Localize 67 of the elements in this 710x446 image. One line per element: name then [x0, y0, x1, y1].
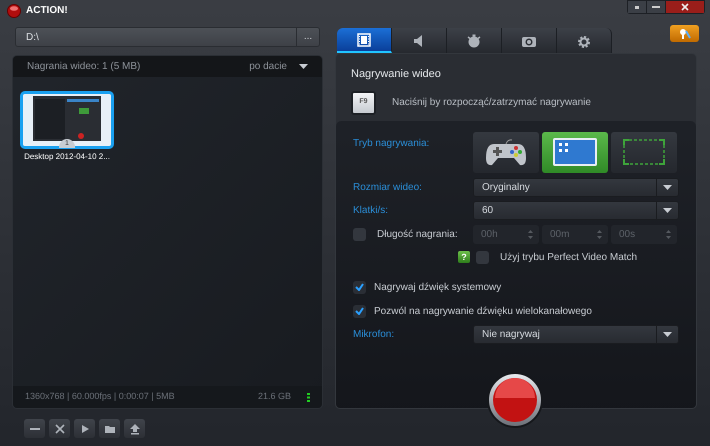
desktop-mode-button[interactable]	[542, 132, 608, 172]
disk-level-icon	[307, 392, 310, 402]
check-icon	[355, 283, 364, 291]
path-value: D:\	[25, 30, 40, 44]
key-icon	[678, 28, 690, 39]
perfect-video-checkbox[interactable]	[476, 250, 489, 264]
microphone-dropdown[interactable]: Nie nagrywaj	[473, 324, 679, 344]
caret-icon	[663, 332, 672, 336]
caret-icon	[663, 184, 672, 190]
sort-dropdown[interactable]: po dacie	[249, 59, 308, 74]
restore-button[interactable]	[628, 1, 646, 13]
record-dot-icon	[493, 378, 537, 422]
film-icon	[356, 32, 372, 46]
close-icon	[681, 3, 689, 11]
duration-label: Długość nagrania:	[377, 228, 458, 242]
folder-button[interactable]	[99, 419, 120, 438]
path-field[interactable]: D:\ ...	[15, 27, 320, 47]
browse-button[interactable]: ...	[296, 28, 319, 46]
timer-tab[interactable]	[447, 28, 502, 53]
option-label: Pozwól na nagrywanie dźwięku wielokanałowego	[374, 304, 592, 318]
video-info: 1360x768 | 60.000fps | 0:00:07 | 5MB	[25, 390, 176, 404]
microphone-label: Mikrofon:	[353, 328, 396, 342]
close-button[interactable]	[666, 1, 704, 13]
logo-icon	[7, 4, 21, 18]
video-size-dropdown[interactable]: Oryginalny	[473, 178, 679, 196]
gear-icon	[576, 34, 592, 48]
game-mode-button[interactable]	[473, 132, 539, 172]
upload-icon	[128, 422, 140, 434]
library-header: Nagrania wideo: 1 (5 MB)	[27, 60, 142, 74]
check-icon	[355, 307, 364, 315]
dashed-rectangle-icon	[623, 139, 665, 165]
spinner-arrows-icon	[597, 230, 602, 238]
duration-checkbox[interactable]	[353, 228, 366, 240]
upload-button[interactable]	[124, 419, 145, 438]
minimize-button[interactable]	[647, 1, 665, 13]
license-key-button[interactable]	[670, 25, 699, 42]
delete-button[interactable]	[49, 419, 70, 438]
video-tab[interactable]	[337, 28, 392, 53]
perfect-video-label: Użyj trybu Perfect Video Match	[500, 250, 638, 264]
option-label: Nagrywaj dźwięk systemowy	[374, 280, 502, 294]
stopwatch-icon	[466, 34, 482, 48]
region-mode-button[interactable]	[611, 132, 677, 172]
option-checkbox[interactable]	[353, 304, 366, 318]
play-button[interactable]	[74, 419, 95, 438]
audio-tab[interactable]	[392, 28, 447, 53]
settings-tab[interactable]	[557, 28, 612, 53]
cross-icon	[54, 422, 66, 434]
section-title: Nagrywanie wideo	[351, 67, 442, 82]
remove-button[interactable]	[24, 419, 45, 438]
window-title: ACTION!	[26, 4, 68, 18]
restore-icon	[635, 6, 639, 8]
free-space: 21.6 GB	[258, 390, 291, 404]
video-size-label: Rozmiar wideo:	[353, 180, 423, 194]
video-caption: Desktop 2012-04-10 2...	[24, 151, 110, 163]
caret-icon	[663, 208, 672, 212]
spinner-arrows-icon	[666, 230, 671, 238]
gamepad-icon	[486, 138, 526, 166]
hotkey-hint: Naciśnij by rozpocząć/zatrzymać nagrywanie	[392, 96, 591, 110]
minimize-icon	[652, 6, 660, 8]
monitor-icon	[553, 138, 597, 166]
spinner-arrows-icon	[528, 230, 533, 238]
camera-tab[interactable]	[502, 28, 557, 53]
caret-icon	[299, 64, 308, 69]
mode-label: Tryb nagrywania:	[353, 136, 430, 150]
fps-dropdown[interactable]: 60	[473, 200, 679, 220]
fps-label: Klatki/s:	[353, 204, 390, 218]
option-checkbox[interactable]	[353, 280, 366, 294]
